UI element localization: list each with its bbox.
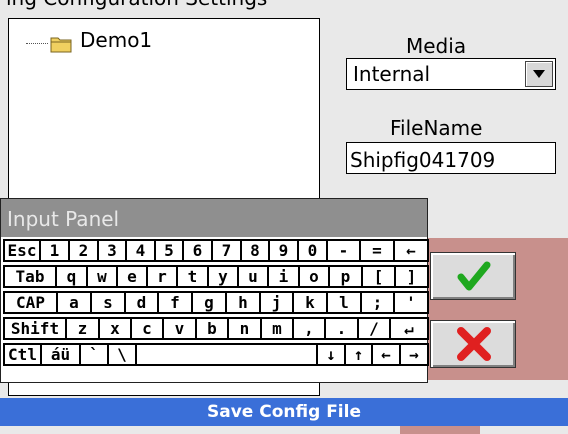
keyboard: Esc 1 2 3 4 5 6 7 8 9 0- = ← Tab q w e r t y u i o p[] CAP a s d f g h… [3, 239, 429, 381]
left-arrow-key[interactable]: ← [371, 343, 401, 366]
key-j[interactable]: j [259, 291, 294, 314]
key-h[interactable]: h [225, 291, 261, 314]
key-u[interactable]: u [237, 265, 269, 288]
key-3[interactable]: 3 [97, 239, 127, 262]
key-o[interactable]: o [298, 265, 330, 288]
up-arrow-key[interactable]: ↑ [344, 343, 373, 366]
input-panel-title: Input Panel [7, 207, 120, 231]
key-q[interactable]: q [55, 265, 88, 288]
key-shift[interactable]: Shift [3, 317, 67, 340]
folder-icon [50, 35, 72, 53]
filename-input[interactable] [346, 142, 556, 174]
key-y[interactable]: y [207, 265, 239, 288]
key-r2k11[interactable]: ' [393, 291, 429, 314]
key-m[interactable]: m [260, 317, 294, 340]
tree-connector [26, 43, 48, 44]
key-5[interactable]: 5 [154, 239, 184, 262]
key-a[interactable]: a [56, 291, 92, 314]
ok-button[interactable] [430, 252, 516, 300]
media-select[interactable]: Internal [346, 58, 556, 90]
key-6[interactable]: 6 [182, 239, 213, 262]
key-8[interactable]: 8 [240, 239, 270, 262]
x-icon [457, 327, 491, 361]
key-p[interactable]: p [328, 265, 363, 288]
key-7[interactable]: 7 [211, 239, 242, 262]
key-r4k2[interactable]: ` [79, 343, 109, 366]
enter-key[interactable]: ↵ [389, 317, 429, 340]
tree-item-demo1[interactable]: Demo1 [80, 28, 152, 52]
key-9[interactable]: 9 [268, 239, 299, 262]
key-r4k3[interactable]: \ [107, 343, 137, 366]
key-r0k11[interactable]: - [326, 239, 361, 262]
key-r4k1[interactable]: áü [40, 343, 81, 366]
key-2[interactable]: 2 [68, 239, 99, 262]
backspace-key[interactable]: ← [393, 239, 429, 262]
key-4[interactable]: 4 [125, 239, 156, 262]
key-e[interactable]: e [116, 265, 148, 288]
key-f[interactable]: f [157, 291, 193, 314]
key-cap[interactable]: CAP [3, 291, 58, 314]
dialog-title: Save Config File [207, 402, 361, 422]
key-b[interactable]: b [195, 317, 229, 340]
key-r3k10[interactable]: / [357, 317, 391, 340]
down-arrow-key[interactable]: ↓ [316, 343, 346, 366]
key-d[interactable]: d [124, 291, 159, 314]
key-l[interactable]: l [326, 291, 362, 314]
key-r0k12[interactable]: = [359, 239, 395, 262]
key-z[interactable]: z [65, 317, 100, 340]
key-0[interactable]: 0 [297, 239, 328, 262]
key-w[interactable]: w [86, 265, 118, 288]
space-key[interactable] [135, 343, 318, 366]
key-n[interactable]: n [227, 317, 262, 340]
dropdown-arrow-icon[interactable] [525, 61, 553, 87]
key-v[interactable]: v [162, 317, 197, 340]
window-title: ing Configuration Settings [6, 0, 267, 10]
key-g[interactable]: g [191, 291, 227, 314]
bottom-strip [400, 426, 480, 434]
input-panel-titlebar[interactable]: Input Panel [1, 199, 427, 237]
key-r1k11[interactable]: [ [361, 265, 396, 288]
key-r[interactable]: r [146, 265, 178, 288]
key-t[interactable]: t [176, 265, 209, 288]
key-c[interactable]: c [130, 317, 164, 340]
right-arrow-key[interactable]: → [399, 343, 429, 366]
filename-label: FileName [390, 116, 483, 140]
title-bar: Save Config File [0, 398, 568, 426]
key-tab[interactable]: Tab [3, 265, 57, 288]
checkmark-icon [457, 261, 491, 291]
media-selected-value: Internal [353, 62, 431, 86]
key-ctl[interactable]: Ctl [3, 343, 42, 366]
media-label: Media [406, 34, 467, 58]
key-s[interactable]: s [90, 291, 126, 314]
key-i[interactable]: i [267, 265, 300, 288]
input-panel: Input Panel Esc 1 2 3 4 5 6 7 8 9 0- = ← Tab q w e r t y u i o… [0, 198, 429, 383]
key-r3k9[interactable]: . [324, 317, 359, 340]
key-r2k10[interactable]: ; [360, 291, 395, 314]
key-k[interactable]: k [292, 291, 328, 314]
cancel-button[interactable] [430, 320, 516, 368]
key-esc[interactable]: Esc [3, 239, 41, 262]
key-r1k12[interactable]: ] [394, 265, 429, 288]
key-x[interactable]: x [98, 317, 132, 340]
key-r3k8[interactable]: , [292, 317, 326, 340]
key-1[interactable]: 1 [39, 239, 70, 262]
